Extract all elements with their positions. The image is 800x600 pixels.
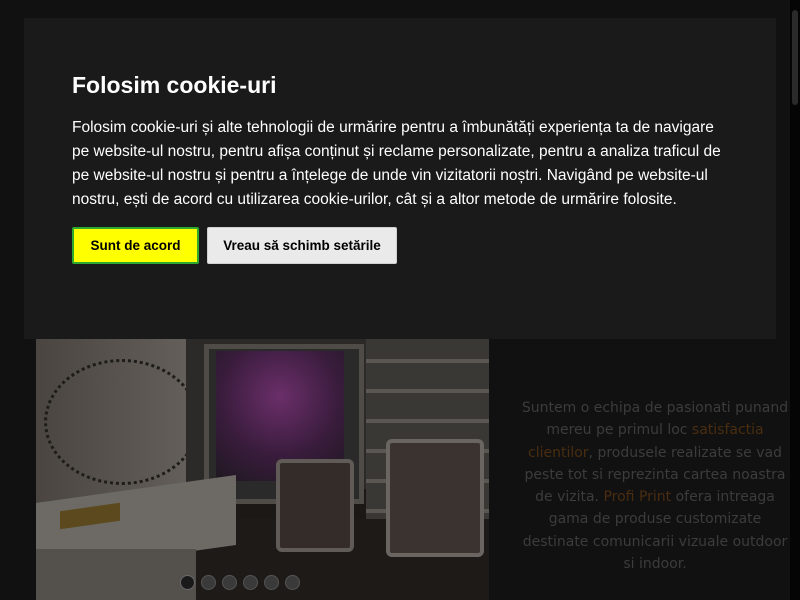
slide-photo-chair	[386, 439, 484, 557]
page-scrollbar[interactable]	[790, 0, 800, 600]
slide-photo-chair	[276, 459, 354, 552]
slider-dot[interactable]	[201, 575, 216, 590]
slide-photo-wall-pattern	[44, 359, 200, 485]
slider-dot[interactable]	[264, 575, 279, 590]
slider-dot[interactable]	[243, 575, 258, 590]
slide-photo-desk-front	[36, 549, 196, 600]
image-slider[interactable]	[36, 339, 489, 600]
cookie-consent-banner: Folosim cookie-uri Folosim cookie-uri și…	[24, 18, 776, 339]
slider-pagination	[180, 575, 300, 590]
slider-dot[interactable]	[180, 575, 195, 590]
accept-cookies-button[interactable]: Sunt de acord	[72, 227, 199, 264]
scrollbar-thumb[interactable]	[792, 10, 798, 105]
slider-dot[interactable]	[222, 575, 237, 590]
slider-dot[interactable]	[285, 575, 300, 590]
company-description: Suntem o echipa de pasionati punand mere…	[520, 397, 790, 575]
cookie-settings-button[interactable]: Vreau să schimb setările	[207, 227, 397, 264]
brand-link[interactable]: Profi Print	[603, 489, 671, 505]
cookie-button-row: Sunt de acord Vreau să schimb setările	[72, 227, 728, 264]
cookie-title: Folosim cookie-uri	[72, 72, 277, 98]
cookie-description: Folosim cookie-uri și alte tehnologii de…	[72, 119, 721, 208]
